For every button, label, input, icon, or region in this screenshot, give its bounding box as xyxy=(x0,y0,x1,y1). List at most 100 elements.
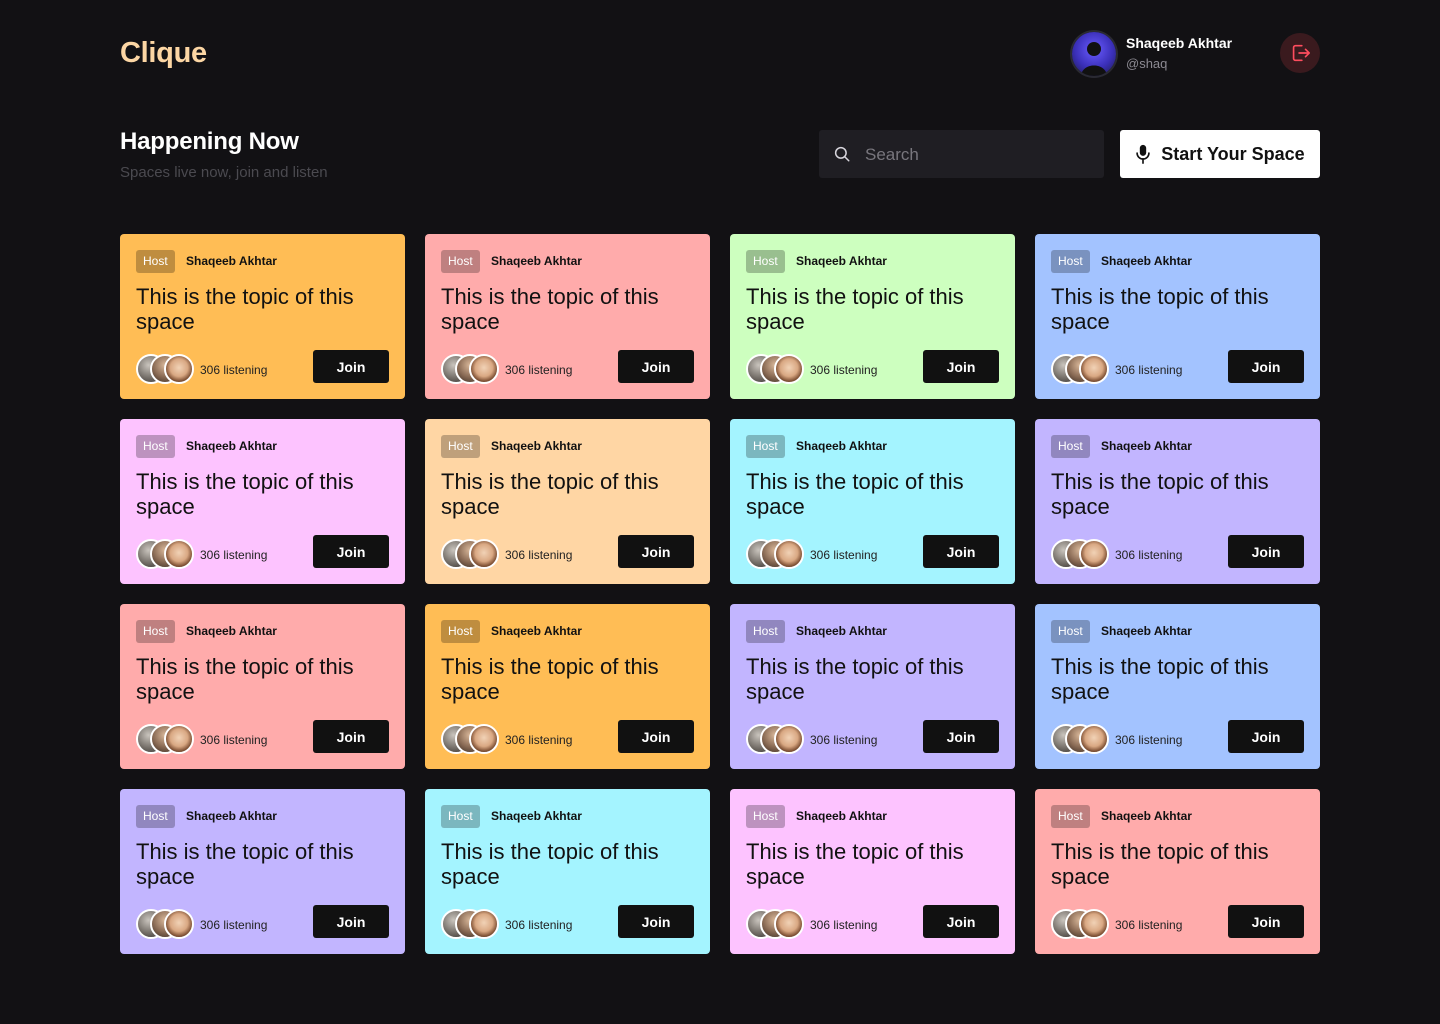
host-name[interactable]: Shaqeeb Akhtar xyxy=(491,254,582,268)
host-name[interactable]: Shaqeeb Akhtar xyxy=(796,809,887,823)
app-logo[interactable]: Clique xyxy=(120,37,207,70)
listener-count: 306 listening xyxy=(200,363,268,377)
avatar xyxy=(164,539,194,569)
page-heading: Happening Now Spaces live now, join and … xyxy=(120,128,328,181)
listener-avatars xyxy=(1051,909,1111,939)
space-card[interactable]: Host Shaqeeb Akhtar This is the topic of… xyxy=(730,234,1015,399)
space-topic: This is the topic of this space xyxy=(441,469,659,519)
spaces-grid: Host Shaqeeb Akhtar This is the topic of… xyxy=(120,234,1320,954)
join-button[interactable]: Join xyxy=(313,350,389,383)
join-button[interactable]: Join xyxy=(618,535,694,568)
host-badge: Host xyxy=(746,620,785,643)
avatar xyxy=(774,354,804,384)
join-button[interactable]: Join xyxy=(618,350,694,383)
logout-icon xyxy=(1292,44,1310,62)
space-topic: This is the topic of this space xyxy=(136,469,354,519)
space-card[interactable]: Host Shaqeeb Akhtar This is the topic of… xyxy=(730,419,1015,584)
host-name[interactable]: Shaqeeb Akhtar xyxy=(1101,809,1192,823)
space-card[interactable]: Host Shaqeeb Akhtar This is the topic of… xyxy=(1035,234,1320,399)
avatar xyxy=(469,909,499,939)
join-button[interactable]: Join xyxy=(923,350,999,383)
host-badge: Host xyxy=(136,620,175,643)
avatar xyxy=(164,354,194,384)
avatar xyxy=(774,539,804,569)
host-badge: Host xyxy=(441,620,480,643)
user-handle: @shaq xyxy=(1126,56,1168,71)
host-name[interactable]: Shaqeeb Akhtar xyxy=(796,624,887,638)
join-button[interactable]: Join xyxy=(1228,350,1304,383)
space-card[interactable]: Host Shaqeeb Akhtar This is the topic of… xyxy=(120,234,405,399)
space-card[interactable]: Host Shaqeeb Akhtar This is the topic of… xyxy=(1035,789,1320,954)
listener-avatars xyxy=(136,354,196,384)
space-card[interactable]: Host Shaqeeb Akhtar This is the topic of… xyxy=(730,604,1015,769)
space-card[interactable]: Host Shaqeeb Akhtar This is the topic of… xyxy=(120,789,405,954)
space-card[interactable]: Host Shaqeeb Akhtar This is the topic of… xyxy=(1035,604,1320,769)
listener-avatars xyxy=(746,539,806,569)
listener-avatars xyxy=(746,354,806,384)
space-card[interactable]: Host Shaqeeb Akhtar This is the topic of… xyxy=(425,234,710,399)
join-button[interactable]: Join xyxy=(618,905,694,938)
space-card[interactable]: Host Shaqeeb Akhtar This is the topic of… xyxy=(120,419,405,584)
start-space-button[interactable]: Start Your Space xyxy=(1120,130,1320,178)
host-badge: Host xyxy=(136,435,175,458)
avatar[interactable] xyxy=(1072,32,1116,76)
listener-count: 306 listening xyxy=(1115,918,1183,932)
join-button[interactable]: Join xyxy=(1228,905,1304,938)
space-card[interactable]: Host Shaqeeb Akhtar This is the topic of… xyxy=(120,604,405,769)
join-button[interactable]: Join xyxy=(923,905,999,938)
space-topic: This is the topic of this space xyxy=(1051,284,1269,334)
search-input[interactable] xyxy=(863,130,1097,180)
space-topic: This is the topic of this space xyxy=(136,654,354,704)
host-badge: Host xyxy=(441,805,480,828)
space-card[interactable]: Host Shaqeeb Akhtar This is the topic of… xyxy=(425,789,710,954)
avatar xyxy=(774,909,804,939)
host-name[interactable]: Shaqeeb Akhtar xyxy=(186,439,277,453)
avatar xyxy=(1079,909,1109,939)
listener-avatars xyxy=(441,909,501,939)
host-name[interactable]: Shaqeeb Akhtar xyxy=(796,254,887,268)
join-button[interactable]: Join xyxy=(313,535,389,568)
join-button[interactable]: Join xyxy=(618,720,694,753)
join-button[interactable]: Join xyxy=(1228,720,1304,753)
host-name[interactable]: Shaqeeb Akhtar xyxy=(796,439,887,453)
space-card[interactable]: Host Shaqeeb Akhtar This is the topic of… xyxy=(425,419,710,584)
search-box[interactable] xyxy=(819,130,1104,180)
listener-avatars xyxy=(1051,724,1111,754)
space-topic: This is the topic of this space xyxy=(441,654,659,704)
space-card[interactable]: Host Shaqeeb Akhtar This is the topic of… xyxy=(425,604,710,769)
listener-avatars xyxy=(1051,539,1111,569)
listener-count: 306 listening xyxy=(200,733,268,747)
host-name[interactable]: Shaqeeb Akhtar xyxy=(186,624,277,638)
listener-count: 306 listening xyxy=(1115,363,1183,377)
join-button[interactable]: Join xyxy=(313,720,389,753)
host-name[interactable]: Shaqeeb Akhtar xyxy=(1101,439,1192,453)
host-name[interactable]: Shaqeeb Akhtar xyxy=(1101,254,1192,268)
space-card[interactable]: Host Shaqeeb Akhtar This is the topic of… xyxy=(1035,419,1320,584)
host-name[interactable]: Shaqeeb Akhtar xyxy=(491,439,582,453)
listener-count: 306 listening xyxy=(505,918,573,932)
space-topic: This is the topic of this space xyxy=(441,284,659,334)
host-badge: Host xyxy=(746,805,785,828)
listener-count: 306 listening xyxy=(810,548,878,562)
host-name[interactable]: Shaqeeb Akhtar xyxy=(491,809,582,823)
user-name: Shaqeeb Akhtar xyxy=(1126,35,1233,51)
join-button[interactable]: Join xyxy=(313,905,389,938)
host-name[interactable]: Shaqeeb Akhtar xyxy=(186,809,277,823)
join-button[interactable]: Join xyxy=(1228,535,1304,568)
user-silhouette-icon xyxy=(1081,42,1107,76)
space-topic: This is the topic of this space xyxy=(1051,654,1269,704)
host-badge: Host xyxy=(1051,250,1090,273)
logout-button[interactable] xyxy=(1280,33,1320,73)
join-button[interactable]: Join xyxy=(923,720,999,753)
host-badge: Host xyxy=(441,435,480,458)
listener-avatars xyxy=(441,354,501,384)
host-badge: Host xyxy=(746,435,785,458)
space-card[interactable]: Host Shaqeeb Akhtar This is the topic of… xyxy=(730,789,1015,954)
listener-count: 306 listening xyxy=(1115,733,1183,747)
host-name[interactable]: Shaqeeb Akhtar xyxy=(491,624,582,638)
join-button[interactable]: Join xyxy=(923,535,999,568)
host-name[interactable]: Shaqeeb Akhtar xyxy=(1101,624,1192,638)
host-name[interactable]: Shaqeeb Akhtar xyxy=(186,254,277,268)
host-badge: Host xyxy=(746,250,785,273)
search-icon xyxy=(834,146,850,162)
